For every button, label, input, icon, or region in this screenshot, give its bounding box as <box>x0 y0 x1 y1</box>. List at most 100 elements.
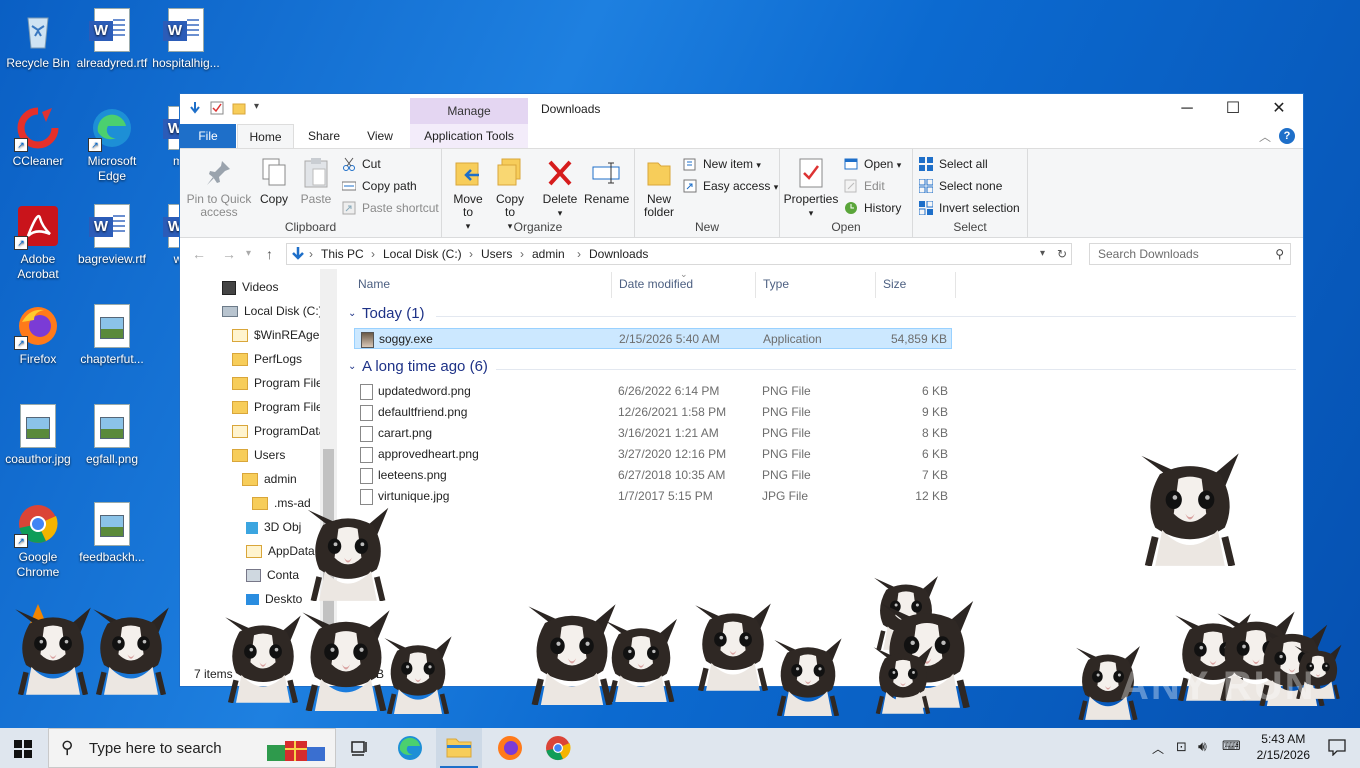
cut-button[interactable]: Cut <box>342 155 381 173</box>
breadcrumb-this-pc[interactable]: This PC <box>321 247 364 261</box>
nav-item-videos[interactable]: Videos <box>222 276 278 298</box>
language-icon[interactable]: ⌨ <box>1222 738 1241 754</box>
desktop-icon-bagreview[interactable]: W bagreview.rtf <box>74 204 150 267</box>
desktop-icon-ccleaner[interactable]: ↗ CCleaner <box>0 106 76 169</box>
group-collapse-chevron-icon[interactable]: ⌄ <box>348 308 356 319</box>
file-row[interactable]: approvedheart.png 3/27/2020 12:16 PM PNG F… <box>354 444 952 465</box>
minimize-button[interactable]: ─ <box>1164 94 1210 124</box>
file-row[interactable]: carart.png 3/16/2021 1:21 AM PNG File 8 KB <box>354 423 952 444</box>
history-button[interactable]: History <box>844 199 901 217</box>
nav-item-perflogs[interactable]: PerfLogs <box>232 348 302 370</box>
desktop-icon-firefox[interactable]: ↗ Firefox <box>0 304 76 367</box>
paste-shortcut-button[interactable]: Paste shortcut <box>342 199 439 217</box>
taskbar-search-box[interactable]: ⚲ Type here to search <box>48 728 336 768</box>
maximize-button[interactable]: ☐ <box>1210 94 1256 124</box>
column-separator[interactable] <box>875 272 876 298</box>
task-view-icon[interactable] <box>346 734 374 762</box>
refresh-icon[interactable]: ↻ <box>1057 247 1067 261</box>
properties-check-icon[interactable] <box>210 101 224 115</box>
network-icon[interactable]: ⊡ <box>1176 739 1187 755</box>
breadcrumb-downloads[interactable]: Downloads <box>589 247 648 261</box>
properties-button[interactable]: Properties ▾ <box>782 157 840 220</box>
copy-button[interactable]: Copy <box>256 157 292 206</box>
group-collapse-chevron-icon[interactable]: ⌄ <box>348 361 356 372</box>
invert-selection-button[interactable]: Invert selection <box>918 199 1020 217</box>
nav-item-3d-objects[interactable]: 3D Obj <box>246 516 301 538</box>
nav-item-program-files[interactable]: Program Files <box>232 372 329 394</box>
delete-button[interactable]: Delete ▾ <box>540 157 580 220</box>
breadcrumb-local-disk[interactable]: Local Disk (C:) <box>383 247 462 261</box>
column-separator[interactable] <box>955 272 956 298</box>
search-downloads-input[interactable]: Search Downloads ⚲ <box>1089 243 1291 265</box>
column-header-name[interactable]: Name <box>358 277 390 291</box>
file-row[interactable]: updatedword.png 6/26/2022 6:14 PM PNG File… <box>354 381 952 402</box>
nav-item-program-files-x86[interactable]: Program Files <box>232 396 329 418</box>
help-icon[interactable]: ? <box>1279 128 1295 144</box>
recent-locations-icon[interactable]: ▾ <box>246 248 251 259</box>
taskbar-clock[interactable]: 5:43 AM 2/15/2026 <box>1257 731 1310 763</box>
nav-item-users[interactable]: Users <box>232 444 285 466</box>
nav-item-admin[interactable]: admin <box>242 468 297 490</box>
taskbar-chrome-icon[interactable] <box>544 734 572 762</box>
file-row[interactable]: defaultfriend.png 12/26/2021 1:58 PM PNG F… <box>354 402 952 423</box>
desktop-icon-chrome[interactable]: ↗ Google Chrome <box>0 502 76 580</box>
tab-home[interactable]: Home <box>237 124 294 148</box>
back-arrow-icon[interactable]: ← <box>192 246 206 262</box>
taskbar-file-explorer-button[interactable] <box>436 728 482 768</box>
tab-share[interactable]: Share <box>302 124 346 148</box>
customize-dropdown-icon[interactable]: ▾ <box>254 101 268 115</box>
paste-button[interactable]: Paste <box>298 157 334 206</box>
column-header-type[interactable]: Type <box>763 277 789 291</box>
desktop-icon-alreadyred[interactable]: W alreadyred.rtf <box>74 8 150 71</box>
desktop-icon-chapterfut[interactable]: chapterfut... <box>74 304 150 367</box>
nav-item-winreagent[interactable]: $WinREAgent <box>232 324 329 346</box>
edit-button[interactable]: Edit <box>844 177 885 195</box>
notifications-icon[interactable] <box>1328 738 1346 759</box>
pin-quick-access-button[interactable]: Pin to Quick access <box>186 157 252 219</box>
forward-arrow-icon[interactable]: → <box>222 246 236 262</box>
desktop-icon-recycle-bin[interactable]: Recycle Bin <box>0 8 76 71</box>
breadcrumb-admin[interactable]: admin <box>532 247 565 261</box>
group-header-today[interactable]: Today (1) <box>362 305 425 322</box>
up-arrow-icon[interactable]: ↑ <box>266 246 273 262</box>
taskbar-firefox-icon[interactable] <box>496 734 524 762</box>
new-item-button[interactable]: New item ▾ <box>683 155 761 173</box>
open-button[interactable]: Open ▾ <box>844 155 901 173</box>
start-windows-icon[interactable] <box>14 740 32 761</box>
taskbar-edge-icon[interactable] <box>396 734 424 762</box>
nav-item-programdata[interactable]: ProgramData <box>232 420 325 442</box>
nav-item-local-disk[interactable]: Local Disk (C:) <box>222 300 323 322</box>
rename-button[interactable]: Rename <box>584 157 629 206</box>
address-history-dropdown-icon[interactable]: ▾ <box>1040 248 1045 259</box>
breadcrumb-users[interactable]: Users <box>481 247 512 261</box>
select-all-button[interactable]: Select all <box>919 155 988 173</box>
collapse-ribbon-icon[interactable]: ︿ <box>1259 128 1271 145</box>
desktop-icon-edge[interactable]: ↗ Microsoft Edge <box>74 106 150 184</box>
address-bar[interactable]: › This PC › Local Disk (C:) › Users › ad… <box>286 243 1072 265</box>
close-button[interactable]: ✕ <box>1256 94 1302 124</box>
copy-path-button[interactable]: Copy path <box>341 177 417 195</box>
tab-application-tools[interactable]: Application Tools <box>410 124 528 148</box>
new-folder-button[interactable]: New folder <box>639 157 679 219</box>
new-folder-small-icon[interactable] <box>232 101 246 115</box>
desktop-icon-hospitalhig[interactable]: W hospitalhig... <box>148 8 224 71</box>
column-separator[interactable] <box>611 272 612 298</box>
tab-view[interactable]: View <box>358 124 402 148</box>
nav-item-contacts[interactable]: Conta <box>246 564 299 586</box>
file-row[interactable]: leeteens.png 6/27/2018 10:35 AM PNG File 7 … <box>354 465 952 486</box>
desktop-icon-feedbackh[interactable]: feedbackh... <box>74 502 150 565</box>
column-separator[interactable] <box>755 272 756 298</box>
file-row-soggy-exe[interactable]: soggy.exe 2/15/2026 5:40 AM Application … <box>354 328 952 349</box>
group-header-long-time-ago[interactable]: A long time ago (6) <box>362 358 488 375</box>
show-hidden-icons-chevron[interactable]: ︿ <box>1152 740 1164 757</box>
volume-icon[interactable]: 🔊︎ <box>1198 738 1207 755</box>
desktop-icon-coauthor[interactable]: coauthor.jpg <box>0 404 76 467</box>
down-arrow-icon[interactable] <box>188 101 202 115</box>
easy-access-button[interactable]: Easy access ▾ <box>683 177 778 195</box>
column-header-size[interactable]: Size <box>883 277 906 291</box>
file-row[interactable]: virtunique.jpg 1/7/2017 5:15 PM JPG File 12… <box>354 486 952 507</box>
desktop-icon-egfall[interactable]: egfall.png <box>74 404 150 467</box>
manage-contextual-tab[interactable]: Manage <box>410 98 528 124</box>
select-none-button[interactable]: Select none <box>918 177 1002 195</box>
tab-file[interactable]: File <box>180 124 236 148</box>
